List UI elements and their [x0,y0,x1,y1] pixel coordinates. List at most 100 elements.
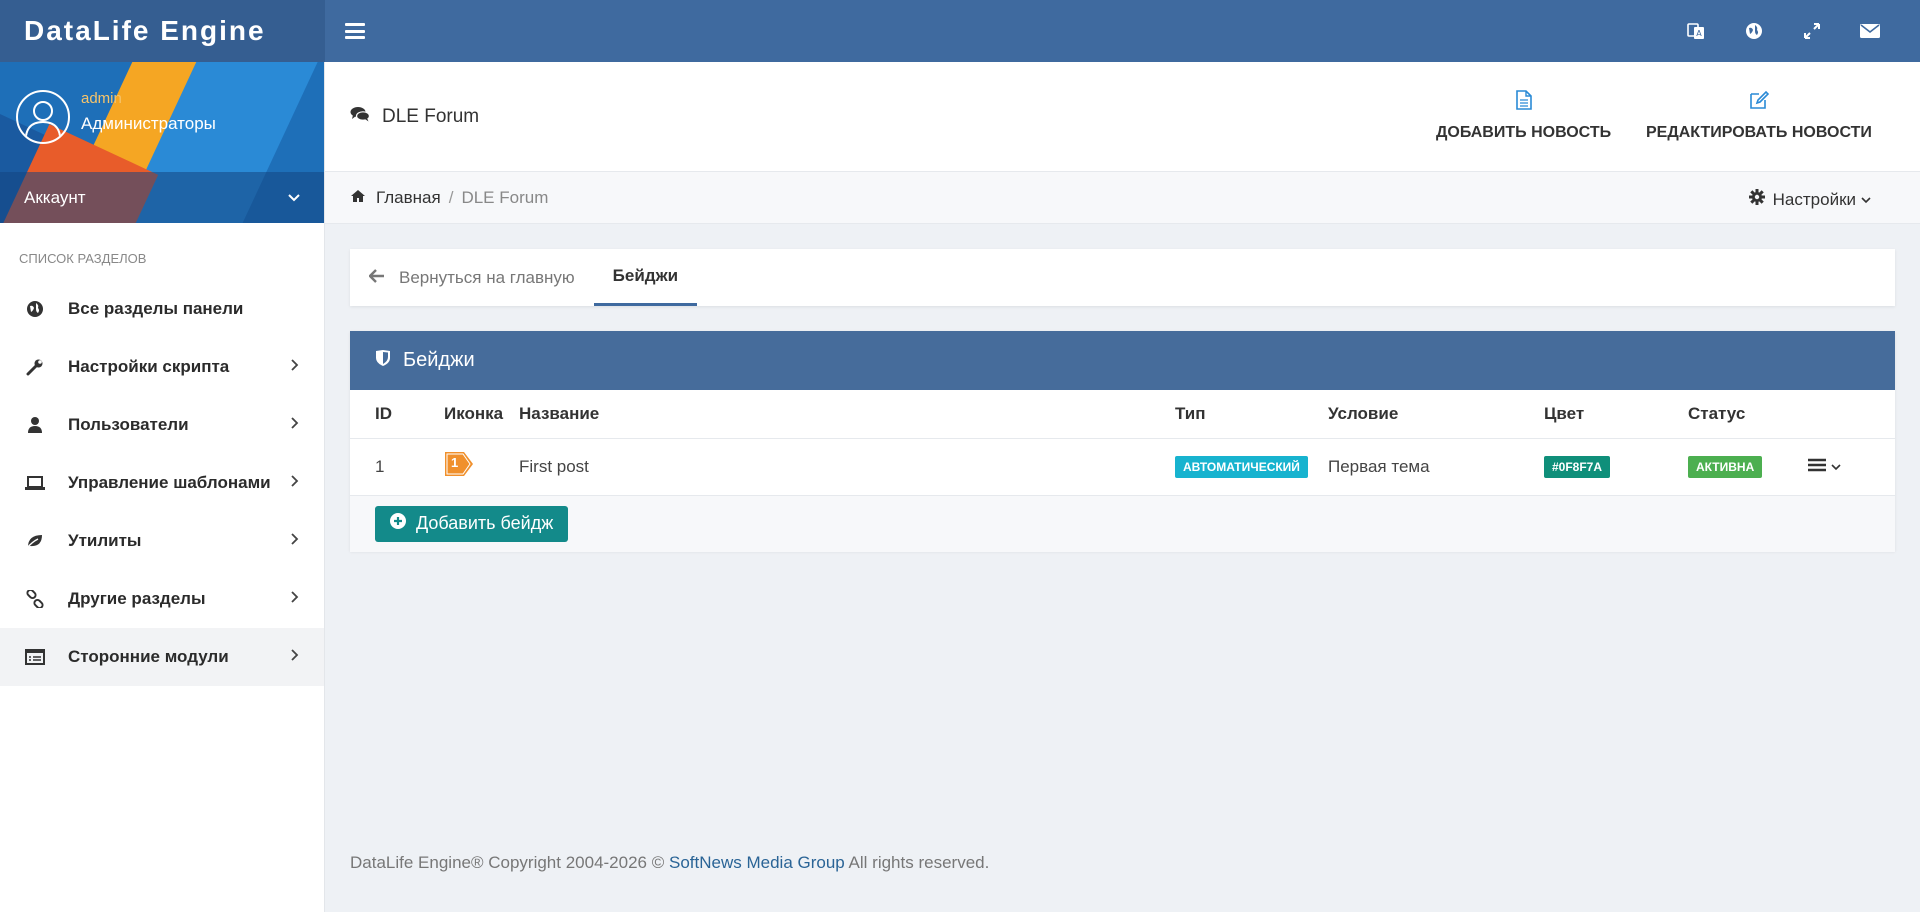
link-icon [24,589,46,609]
add-news-label: ДОБАВИТЬ НОВОСТЬ [1436,124,1612,141]
comments-icon [350,106,371,128]
column-header: Иконка [444,390,519,439]
card-header: Бейджи [350,331,1895,390]
add-badge-label: Добавить бейдж [416,513,554,533]
user-group: Администраторы [81,114,216,133]
brand-logo[interactable]: DataLife Engine [0,0,325,62]
table-row: 1 1 First post АВТОМАТИЧЕСКИЙ Первая тем… [350,438,1895,496]
column-header: Статус [1688,390,1808,439]
home-icon [350,188,366,208]
badge-icon: 1 [444,450,474,478]
sidebar-item-label: Все разделы панели [68,299,244,318]
chevron-right-icon [290,647,300,667]
top-navbar: DataLife Engine A [0,0,1920,62]
sidebar-item-label: Сторонние модули [68,647,229,666]
shield-icon [375,349,391,373]
translate-icon[interactable]: A [1686,21,1706,41]
tab-back-to-main[interactable]: Вернуться на главную [350,249,594,306]
chevron-down-icon [287,188,301,208]
sidebar-item-script-settings[interactable]: Настройки скрипта [0,338,324,396]
user-icon [24,415,46,435]
sidebar-item-label: Другие разделы [68,589,206,608]
footer-copyright: DataLife Engine® Copyright 2004-2026 © [350,853,665,872]
footer-rights: All rights reserved. [848,853,990,872]
account-label: Аккаунт [24,187,86,207]
chevron-right-icon [290,357,300,377]
file-icon [1436,90,1611,110]
chevron-right-icon [290,473,300,493]
footer-company-link[interactable]: SoftNews Media Group [669,853,845,872]
sidebar-item-utilities[interactable]: Утилиты [0,512,324,570]
add-badge-button[interactable]: Добавить бейдж [375,505,569,542]
badge-id: 1 [350,438,444,496]
chevron-right-icon [290,415,300,435]
edit-news-button[interactable]: РЕДАКТИРОВАТЬ НОВОСТИ [1646,90,1872,142]
sidebar-item-label: Утилиты [68,531,142,550]
user-panel: admin Администраторы Аккаунт [0,62,324,223]
column-header-actions [1808,390,1895,439]
edit-news-label: РЕДАКТИРОВАТЬ НОВОСТИ [1646,124,1872,141]
account-dropdown[interactable]: Аккаунт [0,172,324,223]
user-name[interactable]: admin [81,90,122,107]
page-title: DLE Forum [350,106,479,128]
page-footer: DataLife Engine® Copyright 2004-2026 © S… [350,853,989,873]
badge-condition: Первая тема [1328,438,1544,496]
leaf-icon [24,531,46,551]
badges-table: ID Иконка Название Тип Условие Цвет Стат… [350,390,1895,496]
tab-label: Бейджи [612,266,679,285]
svg-text:A: A [1696,29,1702,38]
badge-name: First post [519,438,1175,496]
sidebar-item-other-sections[interactable]: Другие разделы [0,570,324,628]
chevron-down-icon [1830,457,1842,477]
globe-icon [24,299,46,319]
sidebar-section-title: СПИСОК РАЗДЕЛОВ [19,251,147,266]
column-header: ID [350,390,444,439]
card-title: Бейджи [403,349,475,371]
tab-label: Вернуться на главную [399,267,575,287]
list-alt-icon [24,647,46,667]
chevron-right-icon [290,531,300,551]
page-header: DLE Forum ДОБАВИТЬ НОВОСТЬ РЕДАКТИРОВАТЬ… [325,62,1920,172]
type-badge: АВТОМАТИЧЕСКИЙ [1175,455,1308,478]
breadcrumb: Главная / DLE Forum Настройки [325,172,1920,224]
column-header: Название [519,390,1175,439]
expand-icon[interactable] [1802,21,1822,41]
laptop-icon [24,473,46,493]
bars-icon [1808,457,1826,477]
badges-card: Бейджи ID Иконка Название Тип Условие Цв… [350,331,1895,552]
settings-label: Настройки [1772,189,1856,209]
globe-icon[interactable] [1744,21,1764,41]
gear-icon [1748,189,1765,210]
status-badge: АКТИВНА [1688,455,1763,478]
arrow-left-icon [368,268,385,288]
wrench-icon [24,357,46,377]
sidebar-item-label: Управление шаблонами [68,473,271,492]
sidebar-item-label: Пользователи [68,415,189,434]
breadcrumb-current: DLE Forum [461,187,549,207]
edit-icon [1646,90,1872,110]
envelope-icon[interactable] [1860,21,1880,41]
table-header-row: ID Иконка Название Тип Условие Цвет Стат… [350,390,1895,439]
tabs-bar: Вернуться на главную Бейджи [350,249,1895,306]
sidebar-item-third-party-modules[interactable]: Сторонние модули [0,628,324,686]
settings-dropdown[interactable]: Настройки [1748,189,1872,210]
avatar[interactable] [16,90,70,144]
badge-icon-number: 1 [451,455,459,470]
page-title-text: DLE Forum [382,106,480,127]
sidebar-item-label: Настройки скрипта [68,357,230,376]
tab-badges[interactable]: Бейджи [593,249,698,306]
column-header: Условие [1328,390,1544,439]
chevron-down-icon [1860,190,1872,210]
row-actions-menu[interactable] [1808,457,1895,477]
column-header: Тип [1175,390,1328,439]
color-badge: #0F8F7A [1544,455,1611,478]
breadcrumb-home-label: Главная [376,187,441,207]
add-news-button[interactable]: ДОБАВИТЬ НОВОСТЬ [1436,90,1611,142]
card-footer: Добавить бейдж [350,495,1895,552]
breadcrumb-home[interactable]: Главная [350,188,441,208]
sidebar-toggle-icon[interactable] [345,23,365,39]
sidebar-item-all-sections[interactable]: Все разделы панели [0,280,324,338]
sidebar-item-users[interactable]: Пользователи [0,396,324,454]
column-header: Цвет [1544,390,1688,439]
sidebar-item-templates[interactable]: Управление шаблонами [0,454,324,512]
